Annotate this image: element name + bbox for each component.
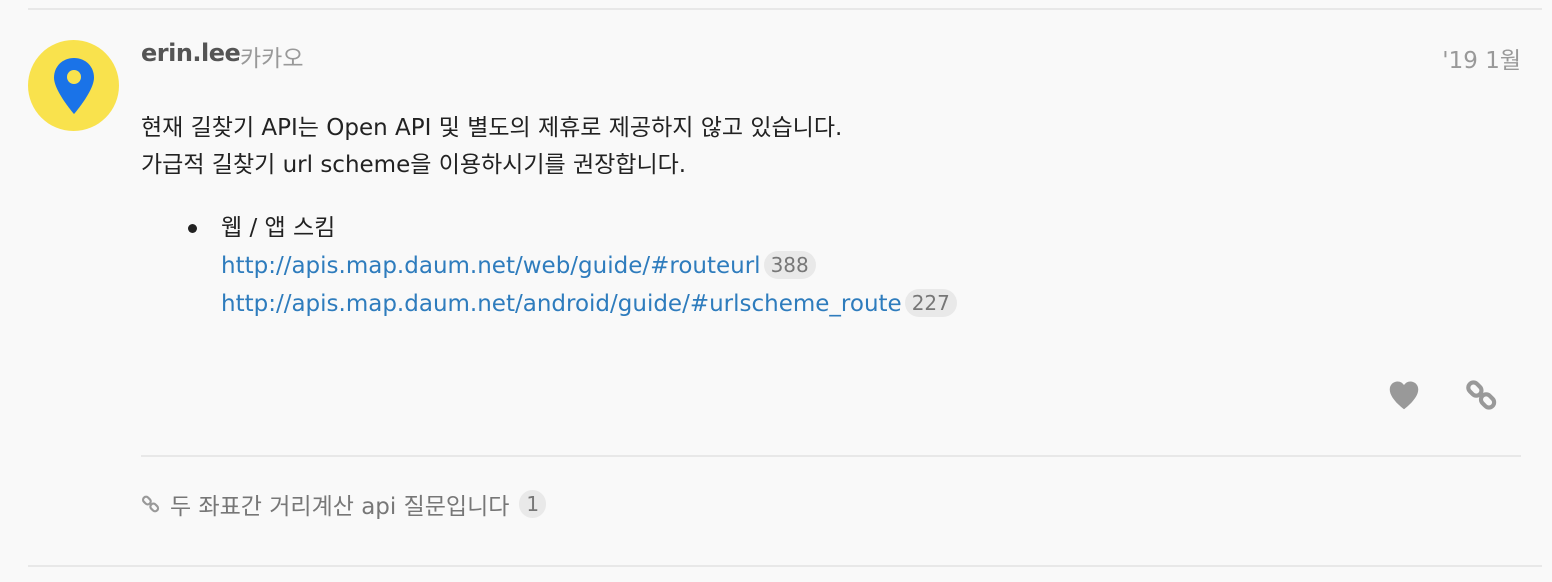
paragraph: 가급적 길찾기 url scheme을 이용하시기를 권장합니다. bbox=[141, 152, 687, 178]
top-divider bbox=[28, 8, 1542, 10]
post-date[interactable]: '19 1월 bbox=[1442, 41, 1521, 75]
user-fullname: 카카오 bbox=[240, 46, 304, 72]
heart-icon bbox=[1389, 381, 1419, 410]
like-button[interactable] bbox=[1385, 376, 1423, 414]
share-link-button[interactable] bbox=[1463, 376, 1501, 414]
post-actions bbox=[1385, 376, 1505, 416]
link-icon bbox=[141, 495, 160, 513]
linked-topic-count: 1 bbox=[519, 490, 547, 518]
routeurl-link[interactable]: http://apis.map.daum.net/web/guide/#rout… bbox=[221, 253, 761, 279]
post-body: 현재 길찾기 API는 Open API 및 별도의 제휴로 제공하지 않고 있… bbox=[141, 110, 1441, 184]
avatar[interactable] bbox=[28, 40, 119, 131]
bullet-label: 웹 / 앱 스킴 bbox=[221, 215, 336, 241]
post-divider bbox=[141, 455, 1521, 457]
bullet-dot bbox=[188, 224, 197, 233]
list-item: 웹 / 앱 스킴 http://apis.map.daum.net/web/gu… bbox=[221, 209, 957, 323]
linked-topic-title[interactable]: 두 좌표간 거리계산 api 질문입니다 bbox=[170, 487, 509, 521]
click-count-badge: 227 bbox=[904, 288, 957, 317]
urlscheme-route-link[interactable]: http://apis.map.daum.net/android/guide/#… bbox=[221, 291, 902, 317]
link-icon bbox=[1466, 380, 1497, 410]
post-header: erin.lee 카카오 '19 1월 bbox=[141, 36, 1521, 75]
paragraph: 현재 길찾기 API는 Open API 및 별도의 제휴로 제공하지 않고 있… bbox=[141, 115, 843, 141]
bottom-divider bbox=[28, 565, 1542, 567]
map-pin-icon bbox=[53, 57, 94, 114]
linked-topic[interactable]: 두 좌표간 거리계산 api 질문입니다 1 bbox=[140, 486, 547, 522]
username[interactable]: erin.lee bbox=[141, 39, 241, 67]
click-count-badge: 388 bbox=[763, 250, 816, 279]
